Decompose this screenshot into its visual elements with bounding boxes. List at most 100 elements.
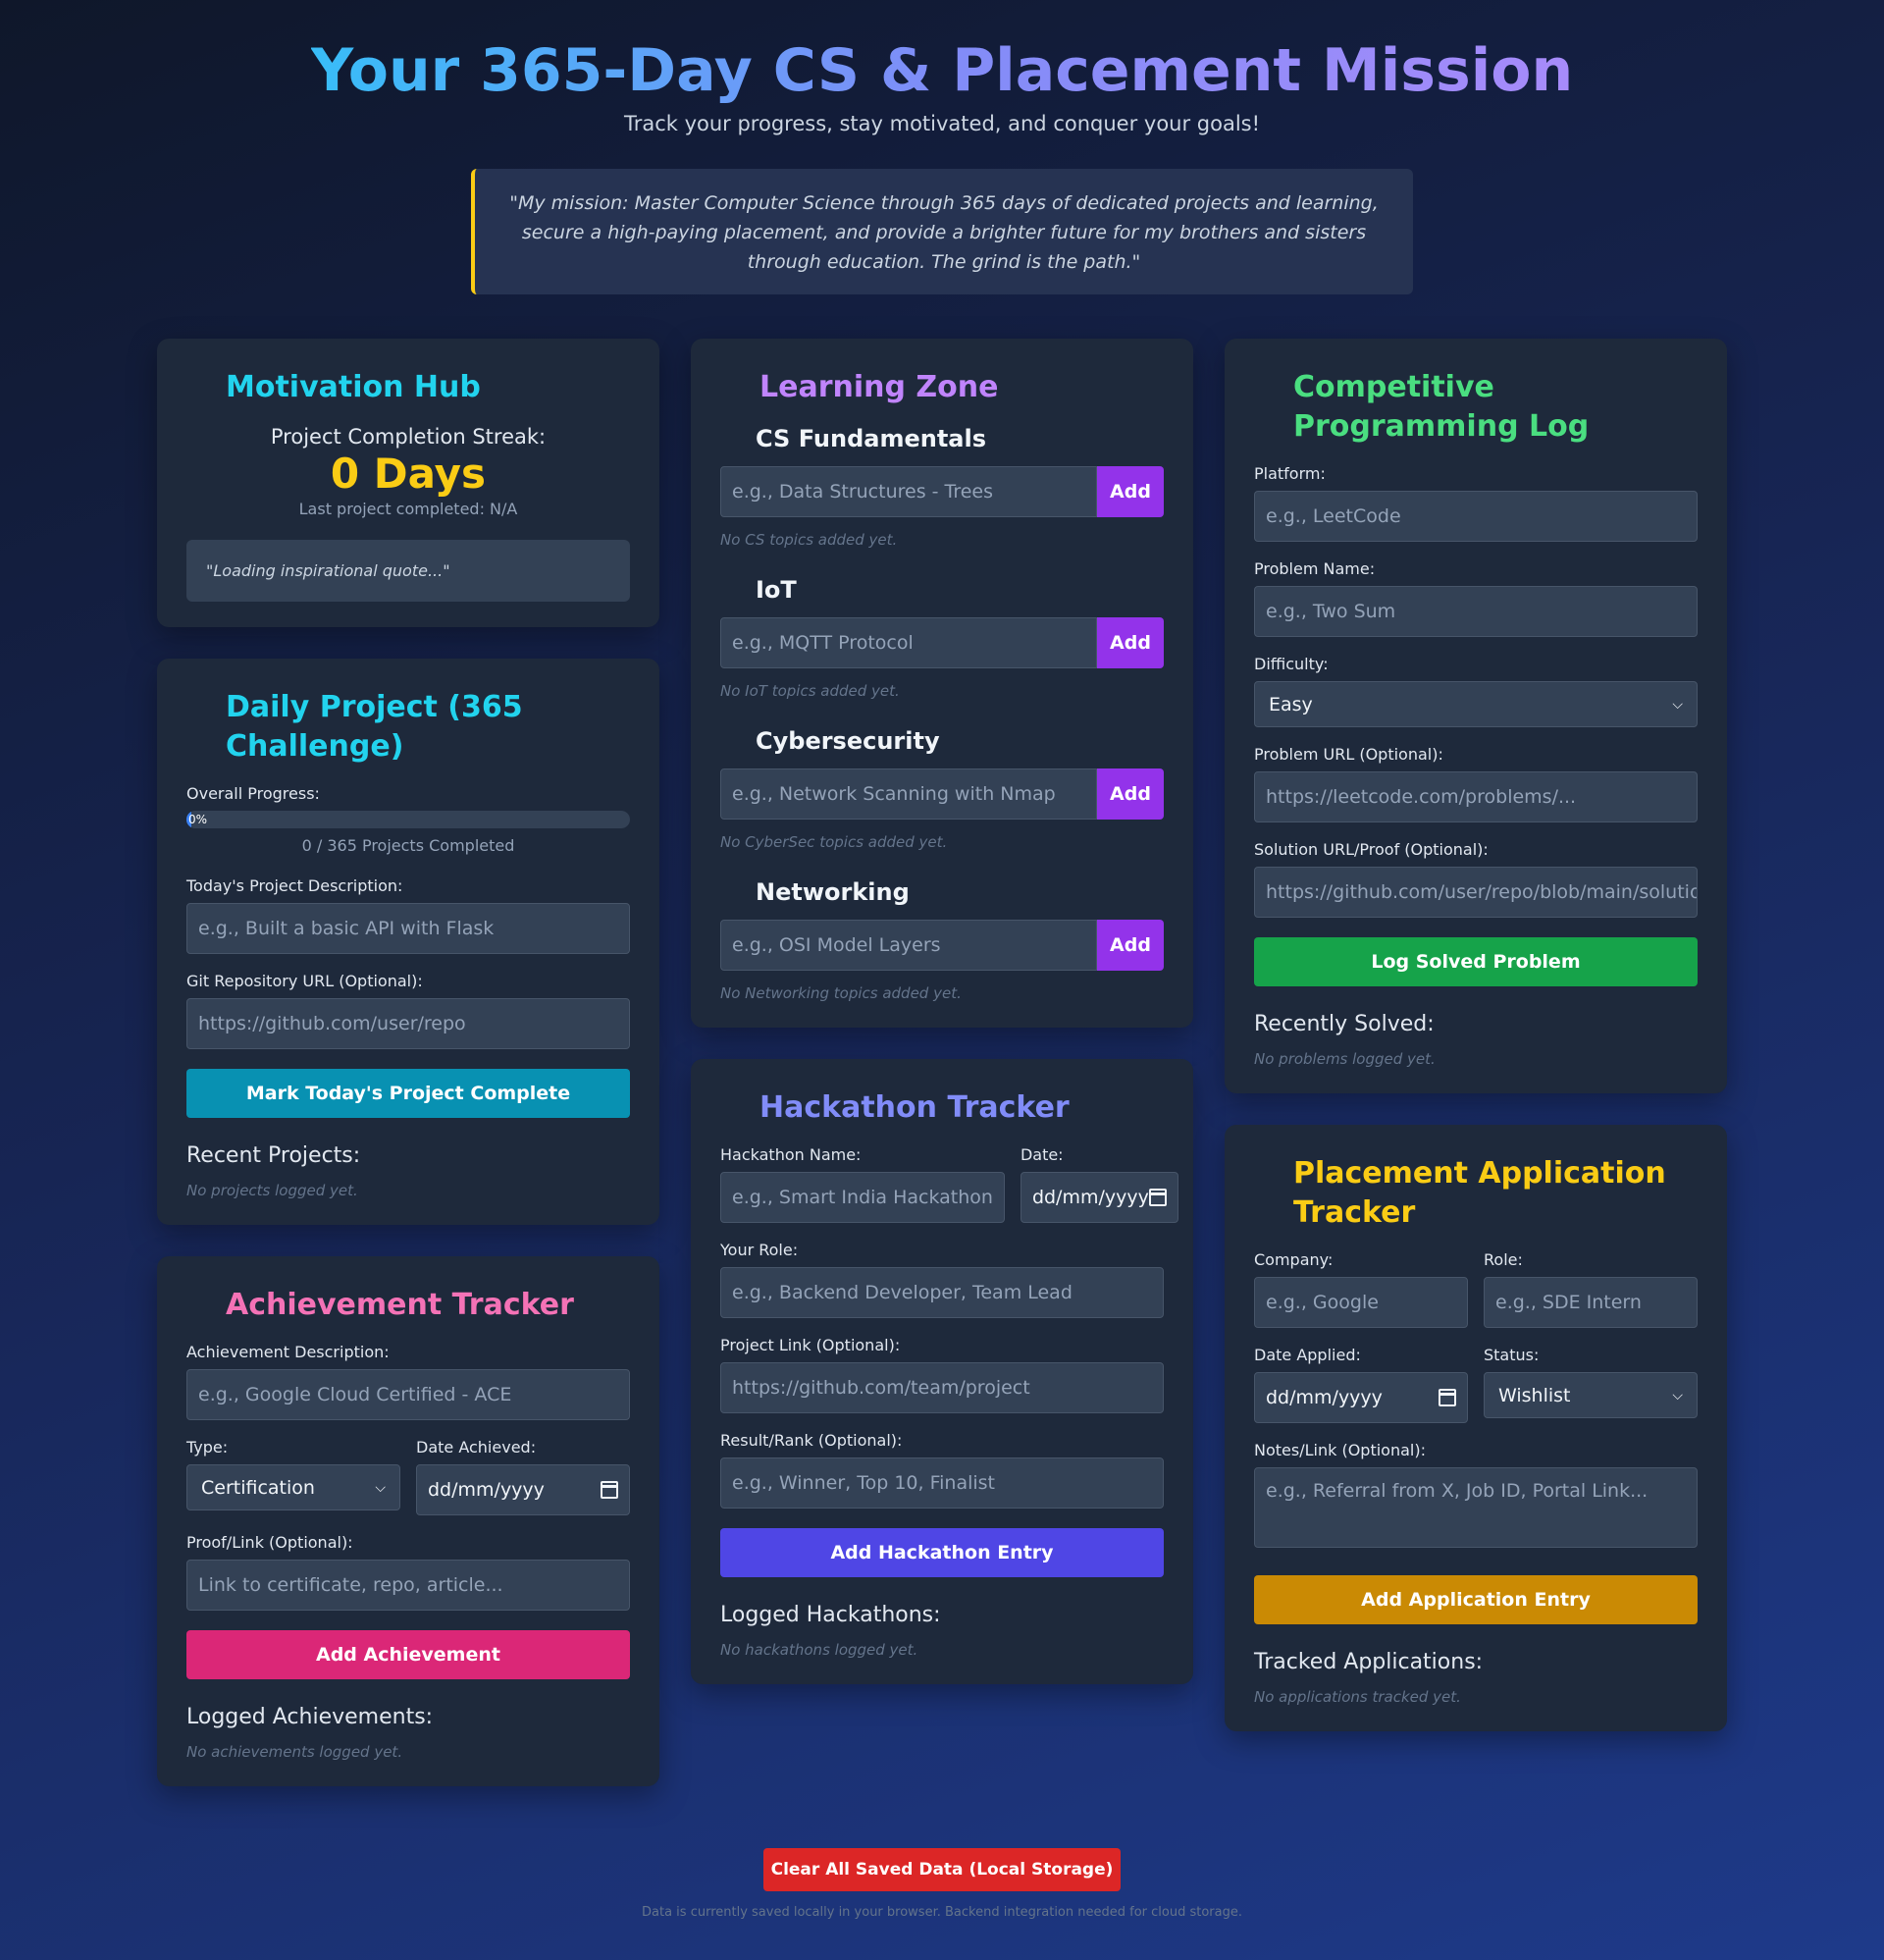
achievement-tracker-card: Achievement Tracker Achievement Descript…: [157, 1256, 659, 1786]
column-left: Motivation Hub Project Completion Streak…: [157, 339, 659, 1786]
role-input[interactable]: e.g., SDE Intern: [1484, 1277, 1698, 1328]
topic-empty: No CS topics added yet.: [720, 531, 898, 549]
last-completed-text: Last project completed: N/A: [298, 500, 518, 518]
logged-hackathons-heading: Logged Hackathons:: [720, 1603, 941, 1627]
achievement-type-select[interactable]: Certification ⌵: [186, 1464, 400, 1510]
project-description-label: Today's Project Description:: [186, 876, 403, 895]
add-topic-button[interactable]: Add: [1097, 920, 1164, 971]
hackathon-link-label: Project Link (Optional):: [720, 1336, 901, 1354]
achievement-type-value: Certification: [201, 1476, 315, 1499]
log-solved-problem-button[interactable]: Log Solved Problem: [1254, 937, 1698, 986]
topic-empty: No CyberSec topics added yet.: [720, 833, 948, 851]
role-label: Role:: [1484, 1250, 1523, 1269]
dashboard-columns: Motivation Hub Project Completion Streak…: [157, 339, 1727, 1786]
date-applied-placeholder: dd/mm/yyyy: [1266, 1387, 1383, 1408]
recently-solved-heading: Recently Solved:: [1254, 1012, 1435, 1036]
date-applied-input[interactable]: dd/mm/yyyy: [1254, 1372, 1468, 1423]
hackathon-role-input[interactable]: e.g., Backend Developer, Team Lead: [720, 1267, 1164, 1318]
topic-empty: No IoT topics added yet.: [720, 682, 900, 700]
achievement-proof-input[interactable]: Link to certificate, repo, article...: [186, 1560, 630, 1611]
daily-project-title: Daily Project (365 Challenge): [226, 690, 523, 764]
add-topic-button[interactable]: Add: [1097, 466, 1164, 517]
hackathon-role-label: Your Role:: [720, 1241, 799, 1259]
add-achievement-button[interactable]: Add Achievement: [186, 1630, 630, 1679]
problem-url-input[interactable]: https://leetcode.com/problems/...: [1254, 771, 1698, 822]
topic-networking: Networking e.g., OSI Model Layers Add No…: [720, 878, 1164, 1002]
logged-hackathons-empty: No hackathons logged yet.: [720, 1641, 918, 1659]
page-header: Your 365-Day CS & Placement Mission Trac…: [0, 0, 1884, 294]
recently-solved-empty: No problems logged yet.: [1254, 1050, 1436, 1068]
git-url-input[interactable]: https://github.com/user/repo: [186, 998, 630, 1049]
date-applied-label: Date Applied:: [1254, 1346, 1361, 1364]
learning-zone-title: Learning Zone: [759, 370, 999, 404]
problem-name-input[interactable]: e.g., Two Sum: [1254, 586, 1698, 637]
achievement-type-label: Type:: [186, 1438, 229, 1457]
topic-title: IoT: [756, 576, 797, 604]
topic-input[interactable]: e.g., Data Structures - Trees: [720, 466, 1097, 517]
project-description-input[interactable]: e.g., Built a basic API with Flask: [186, 903, 630, 954]
achievement-date-label: Date Achieved:: [416, 1438, 537, 1457]
daily-project-card: Daily Project (365 Challenge) Overall Pr…: [157, 659, 659, 1225]
topic-input[interactable]: e.g., MQTT Protocol: [720, 617, 1097, 668]
placement-tracker-title: Placement Application Tracker: [1293, 1156, 1666, 1230]
hackathon-name-label: Hackathon Name:: [720, 1145, 862, 1164]
achievement-proof-label: Proof/Link (Optional):: [186, 1533, 353, 1552]
placement-tracker-card: Placement Application Tracker Company: e…: [1225, 1125, 1727, 1731]
topic-input[interactable]: e.g., OSI Model Layers: [720, 920, 1097, 971]
tracked-applications-empty: No applications tracked yet.: [1254, 1688, 1461, 1706]
page-footer: Clear All Saved Data (Local Storage) Dat…: [0, 1848, 1884, 1920]
platform-label: Platform:: [1254, 464, 1326, 483]
hackathon-link-input[interactable]: https://github.com/team/project: [720, 1362, 1164, 1413]
achievement-description-input[interactable]: e.g., Google Cloud Certified - ACE: [186, 1369, 630, 1420]
hackathon-date-input[interactable]: dd/mm/yyyy: [1020, 1172, 1178, 1223]
calendar-icon[interactable]: [1148, 1189, 1167, 1206]
achievement-date-input[interactable]: dd/mm/yyyy: [416, 1464, 630, 1515]
logged-achievements-heading: Logged Achievements:: [186, 1705, 434, 1729]
hackathon-tracker-title: Hackathon Tracker: [759, 1090, 1070, 1125]
topic-input[interactable]: e.g., Network Scanning with Nmap: [720, 768, 1097, 820]
logged-achievements-empty: No achievements logged yet.: [186, 1743, 403, 1761]
difficulty-value: Easy: [1269, 693, 1313, 715]
calendar-icon[interactable]: [1439, 1389, 1456, 1406]
column-right: Competitive Programming Log Platform: e.…: [1225, 339, 1727, 1731]
achievement-date-placeholder: dd/mm/yyyy: [428, 1479, 545, 1501]
topic-empty: No Networking topics added yet.: [720, 984, 962, 1002]
hackathon-result-input[interactable]: e.g., Winner, Top 10, Finalist: [720, 1457, 1164, 1509]
calendar-icon[interactable]: [601, 1481, 618, 1499]
progress-label: Overall Progress:: [186, 784, 320, 803]
progress-percent: 0%: [188, 813, 208, 826]
hackathon-date-placeholder: dd/mm/yyyy: [1031, 1187, 1149, 1208]
motivation-hub-card: Motivation Hub Project Completion Streak…: [157, 339, 659, 627]
company-input[interactable]: e.g., Google: [1254, 1277, 1468, 1328]
notes-textarea[interactable]: e.g., Referral from X, Job ID, Portal Li…: [1254, 1467, 1698, 1548]
tracked-applications-heading: Tracked Applications:: [1254, 1650, 1484, 1674]
page-title: Your 365-Day CS & Placement Mission: [310, 36, 1574, 105]
motivation-hub-title: Motivation Hub: [226, 370, 481, 404]
mark-project-complete-button[interactable]: Mark Today's Project Complete: [186, 1069, 630, 1118]
chevron-down-icon: ⌵: [375, 1479, 386, 1496]
add-topic-button[interactable]: Add: [1097, 768, 1164, 820]
hackathon-tracker-card: Hackathon Tracker Hackathon Name: e.g., …: [691, 1059, 1193, 1684]
topic-title: Cybersecurity: [756, 727, 940, 755]
add-topic-button[interactable]: Add: [1097, 617, 1164, 668]
add-hackathon-button[interactable]: Add Hackathon Entry: [720, 1528, 1164, 1577]
add-application-button[interactable]: Add Application Entry: [1254, 1575, 1698, 1624]
chevron-down-icon: ⌵: [1672, 1387, 1683, 1404]
platform-input[interactable]: e.g., LeetCode: [1254, 491, 1698, 542]
hackathon-date-label: Date:: [1020, 1145, 1064, 1164]
column-middle: Learning Zone CS Fundamentals e.g., Data…: [691, 339, 1193, 1684]
difficulty-select[interactable]: Easy ⌵: [1254, 681, 1698, 727]
achievement-tracker-title: Achievement Tracker: [226, 1288, 574, 1322]
hackathon-name-input[interactable]: e.g., Smart India Hackathon: [720, 1172, 1005, 1223]
topic-title: Networking: [756, 878, 910, 906]
problem-name-label: Problem Name:: [1254, 559, 1376, 578]
status-select[interactable]: Wishlist ⌵: [1484, 1372, 1698, 1418]
status-value: Wishlist: [1498, 1384, 1571, 1406]
clear-data-button[interactable]: Clear All Saved Data (Local Storage): [763, 1848, 1121, 1891]
cp-log-card: Competitive Programming Log Platform: e.…: [1225, 339, 1727, 1093]
recent-projects-empty: No projects logged yet.: [186, 1182, 358, 1199]
topic-iot: IoT e.g., MQTT Protocol Add No IoT topic…: [720, 576, 1164, 700]
topic-cybersecurity: Cybersecurity e.g., Network Scanning wit…: [720, 727, 1164, 851]
solution-url-input[interactable]: https://github.com/user/repo/blob/main/s…: [1254, 867, 1698, 918]
streak-value: 0 Days: [330, 450, 487, 498]
